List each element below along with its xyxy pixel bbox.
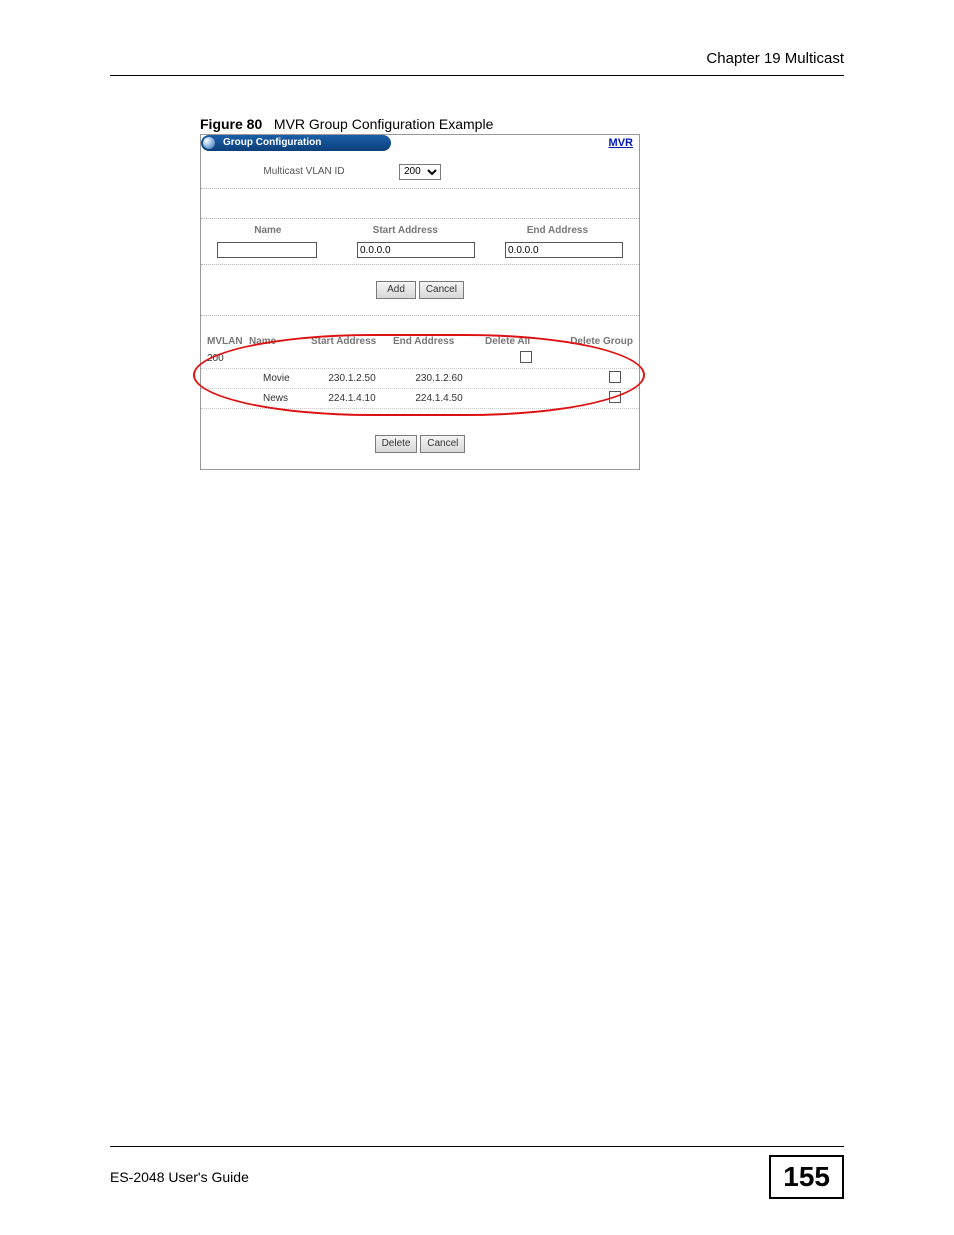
page-footer: ES-2048 User's Guide 155	[110, 1146, 844, 1199]
delete-button[interactable]: Delete	[375, 435, 418, 453]
cancel-button-2[interactable]: Cancel	[420, 435, 465, 453]
cancel-button[interactable]: Cancel	[419, 281, 464, 299]
cell-end: 224.1.4.50	[393, 393, 485, 404]
vlan-label: Multicast VLAN ID	[209, 166, 399, 177]
add-button[interactable]: Add	[376, 281, 416, 299]
cell-start: 230.1.2.50	[311, 373, 393, 384]
delete-cancel-row: Delete Cancel	[201, 409, 639, 469]
head-delete-group: Delete Group	[567, 336, 633, 347]
cell-delete-group	[567, 391, 633, 406]
vlan-row: Multicast VLAN ID 200	[201, 155, 639, 189]
chapter-heading: Chapter 19 Multicast	[110, 50, 844, 75]
head-start: Start Address	[311, 336, 393, 347]
pill-dot-icon	[203, 137, 215, 149]
vlan-select[interactable]: 200	[399, 164, 441, 180]
panel-header: Group Configuration MVR	[201, 135, 639, 155]
header-rule	[110, 75, 844, 76]
head-end: End Address	[393, 336, 485, 347]
mvr-link[interactable]: MVR	[609, 137, 633, 149]
name-input[interactable]	[217, 242, 317, 258]
cell-name: Movie	[249, 373, 311, 384]
col-end-header: End Address	[484, 225, 631, 236]
end-address-input[interactable]	[505, 242, 623, 258]
head-mvlan: MVLAN	[207, 336, 249, 347]
input-row	[201, 240, 639, 265]
figure-label: Figure 80	[200, 116, 262, 132]
figure-title: MVR Group Configuration Example	[274, 116, 493, 132]
footer-rule	[110, 1146, 844, 1147]
panel-title-pill: Group Configuration	[201, 135, 391, 151]
delete-group-checkbox[interactable]	[609, 391, 621, 403]
page-number: 155	[769, 1155, 844, 1199]
start-address-input[interactable]	[357, 242, 475, 258]
cell-name: News	[249, 393, 311, 404]
col-name-header: Name	[209, 225, 327, 236]
guide-title: ES-2048 User's Guide	[110, 1169, 249, 1185]
spacer-row	[201, 189, 639, 219]
delete-group-checkbox[interactable]	[609, 371, 621, 383]
list-headers: MVLAN Name Start Address End Address Del…	[201, 336, 639, 349]
add-cancel-row: Add Cancel	[201, 265, 639, 316]
list-section: MVLAN Name Start Address End Address Del…	[201, 336, 639, 409]
head-delete-all: Delete All	[485, 336, 567, 347]
cell-end: 230.1.2.60	[393, 373, 485, 384]
input-headers: Name Start Address End Address	[201, 219, 639, 240]
table-row: 200	[201, 349, 639, 369]
table-row: Movie 230.1.2.50 230.1.2.60	[201, 369, 639, 389]
cell-start: 224.1.4.10	[311, 393, 393, 404]
delete-all-checkbox[interactable]	[520, 351, 532, 363]
cell-delete-all	[485, 351, 567, 366]
config-panel: Group Configuration MVR Multicast VLAN I…	[200, 134, 640, 470]
panel-title: Group Configuration	[223, 137, 321, 148]
table-row: News 224.1.4.10 224.1.4.50	[201, 389, 639, 409]
col-start-header: Start Address	[327, 225, 484, 236]
cell-mvlan: 200	[207, 353, 249, 364]
figure-caption: Figure 80 MVR Group Configuration Exampl…	[200, 116, 844, 132]
cell-delete-group	[567, 371, 633, 386]
head-name: Name	[249, 336, 311, 347]
